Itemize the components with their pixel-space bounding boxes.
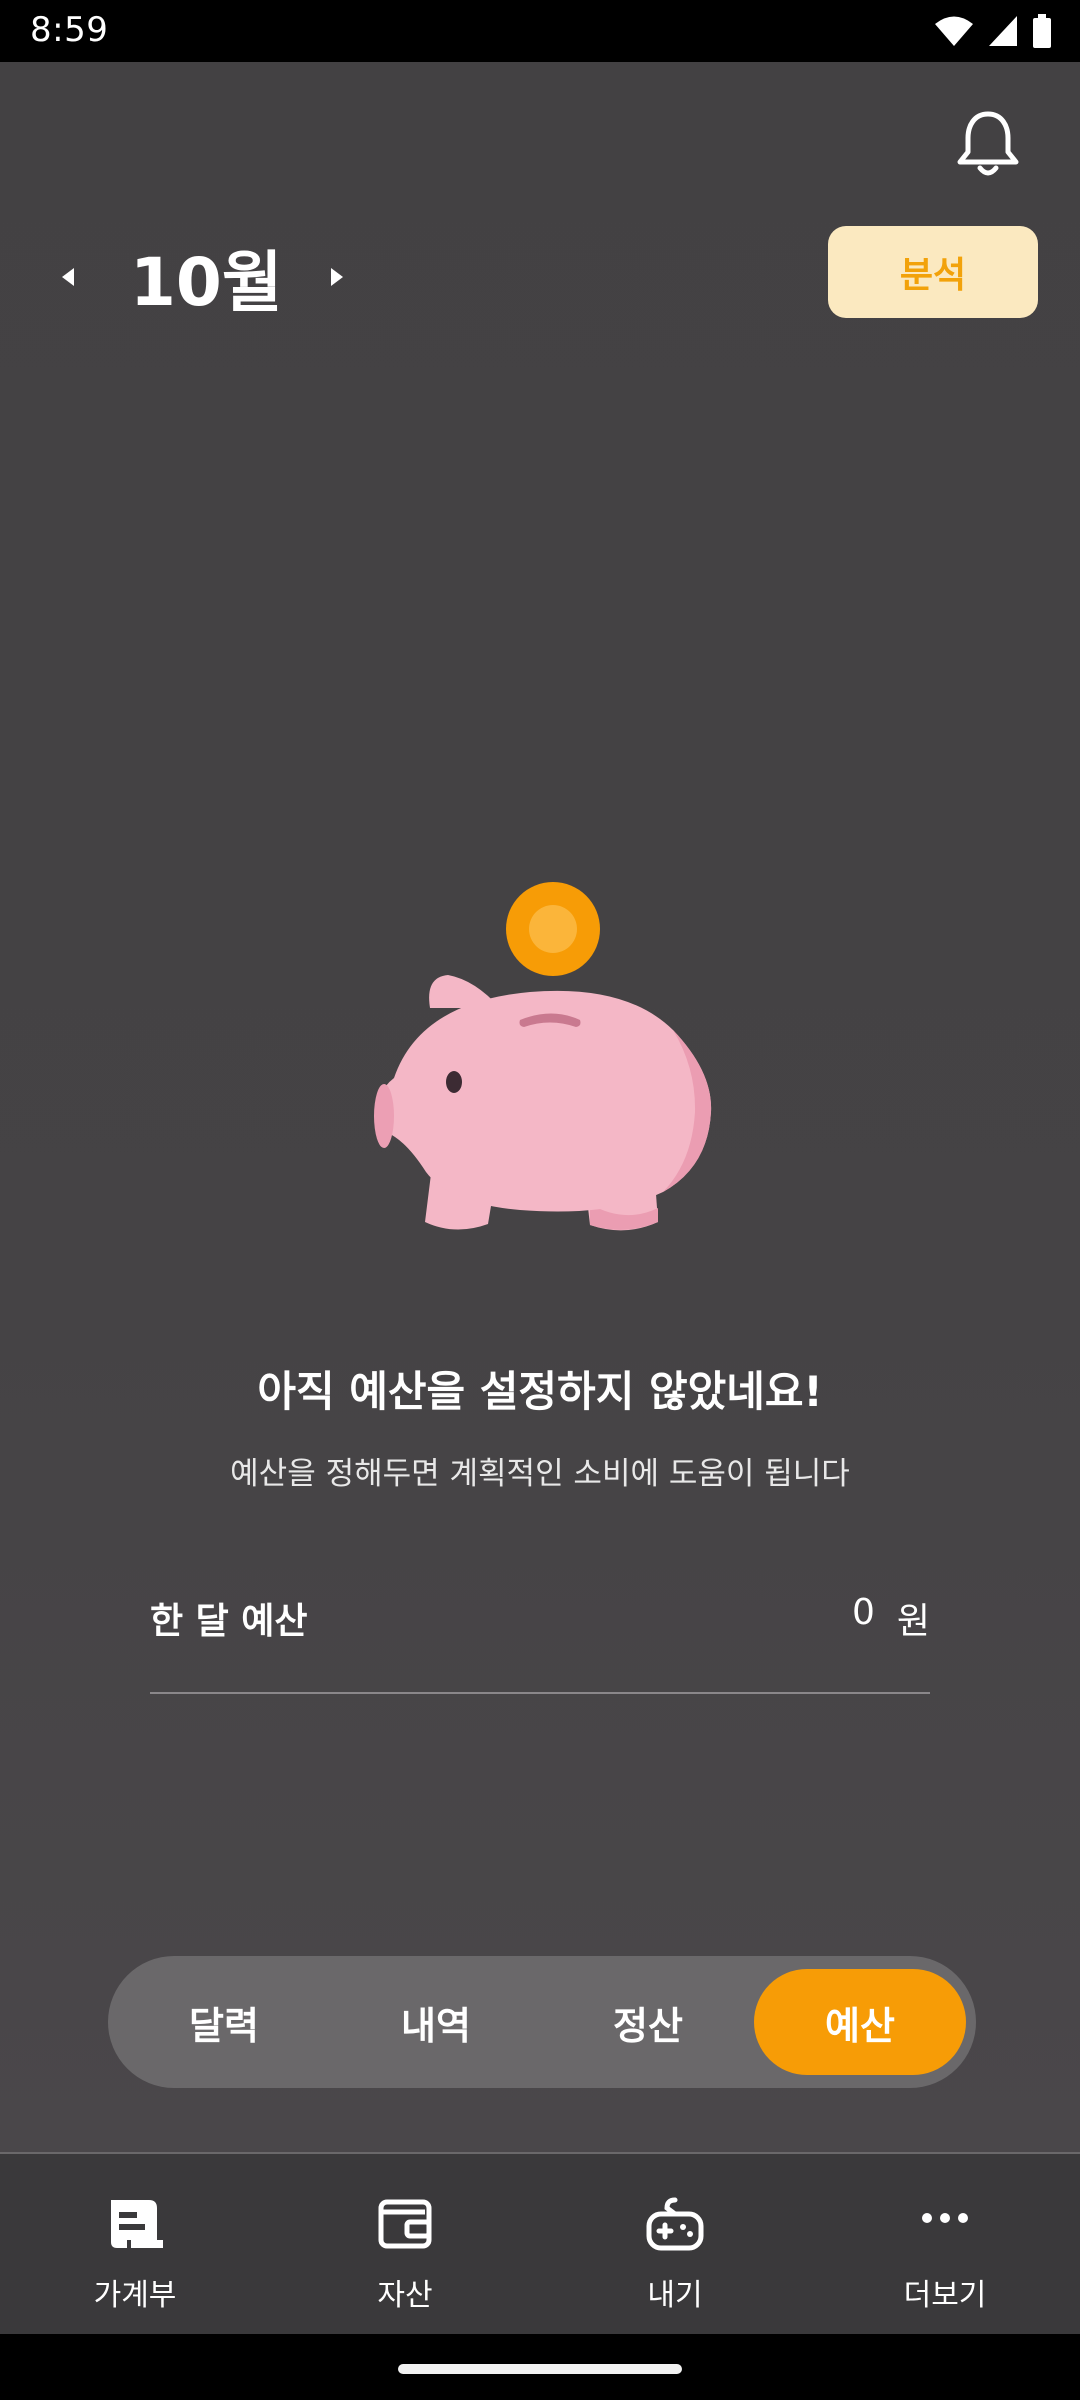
system-navigation-bar [0,2334,1080,2400]
tab-more-label: 더보기 [903,2278,987,2313]
month-navigator: 10월 [50,222,355,332]
monthly-budget-label: 한 달 예산 [150,1601,308,1642]
caret-left-icon [62,268,74,286]
current-month-label: 10월 [130,244,283,321]
home-gesture-handle[interactable] [398,2364,682,2374]
wallet-icon [378,2199,432,2249]
analysis-button[interactable]: 분석 [828,226,1038,318]
status-time: 8:59 [30,10,109,50]
status-bar: 8:59 [0,0,1080,62]
segment-settlement[interactable]: 정산 [542,1969,754,2075]
segment-budget[interactable]: 예산 [754,1969,966,2075]
piggy-bank-illustration [374,882,712,1231]
tab-ledger[interactable]: 가계부 [0,2154,270,2334]
empty-state-subtitle: 예산을 정해두면 계획적인 소비에 도움이 됩니다 [230,1456,850,1492]
view-segmented-control: 달력 내역 정산 예산 [108,1956,976,2088]
segment-calendar[interactable]: 달력 [118,1969,330,2075]
empty-state-title: 아직 예산을 설정하지 않았네요! [257,1367,823,1416]
tab-bet-label: 내기 [647,2278,703,2313]
gamepad-icon [646,2197,704,2251]
tab-more[interactable]: 더보기 [810,2154,1080,2334]
prev-month-button[interactable] [50,247,86,307]
notification-bell-icon[interactable] [954,106,1022,180]
tab-bet[interactable]: 내기 [540,2154,810,2334]
wifi-icon [935,16,973,46]
battery-icon [1033,14,1051,48]
next-month-button[interactable] [319,247,355,307]
signal-icon [989,16,1017,46]
segment-history[interactable]: 내역 [330,1969,542,2075]
monthly-budget-row[interactable]: 한 달 예산 0 원 [150,1582,930,1694]
tab-assets[interactable]: 자산 [270,2154,540,2334]
monthly-budget-value: 0 원 [852,1592,930,1644]
budget-amount: 0 [851,1592,875,1633]
status-icons [934,12,1052,50]
budget-screen: 10월 분석 아직 예산을 설정하지 않았네요! 예산을 정해두면 계획적인 소… [0,62,1080,2152]
tab-assets-label: 자산 [377,2278,433,2313]
tab-ledger-label: 가계부 [93,2278,177,2313]
more-icon [922,2213,968,2223]
ledger-icon [111,2200,163,2248]
budget-unit: 원 [896,1601,930,1642]
bottom-tab-bar: 가계부 자산 내기 더보기 [0,2152,1080,2334]
caret-right-icon [330,268,343,286]
